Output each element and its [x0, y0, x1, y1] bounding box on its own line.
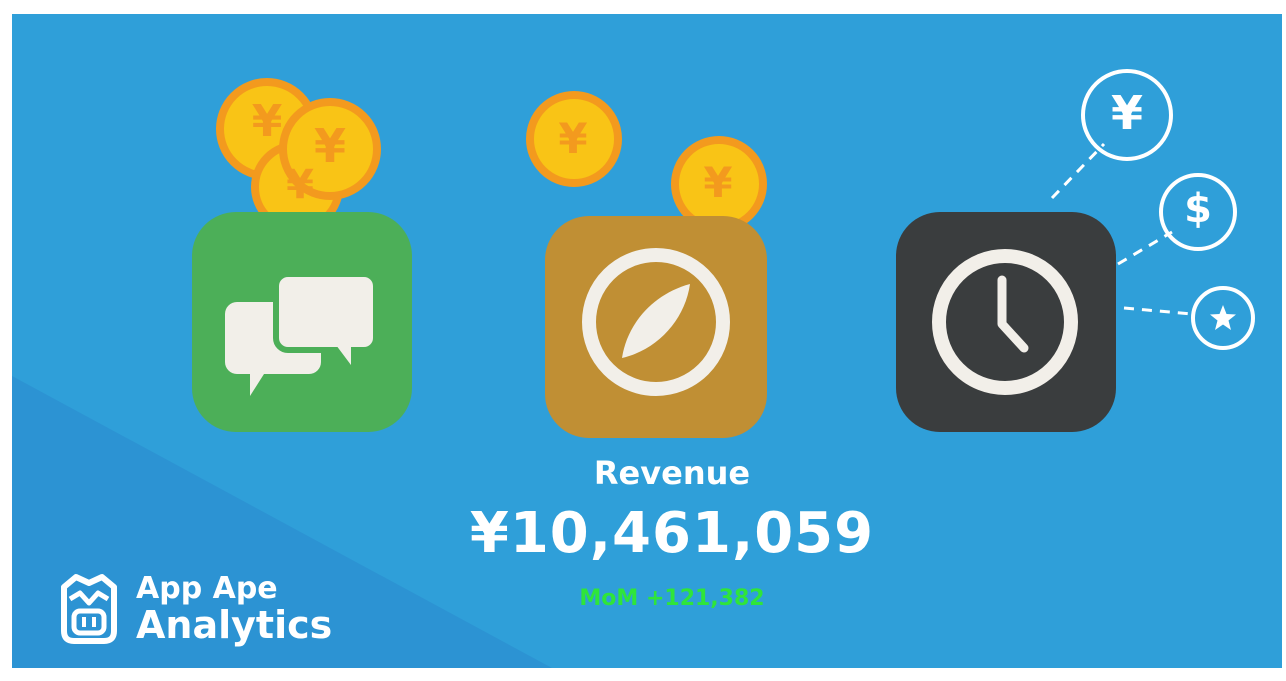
coin-symbol: ¥	[558, 114, 588, 163]
promo-banner: ¥ ¥ ¥ ¥ ¥ ¥ $ Revenue ¥10,461,059 MoM +1…	[12, 14, 1282, 668]
brand-logo: App Ape Analytics	[56, 569, 332, 649]
ape-face-icon	[61, 574, 117, 644]
brand-name-line2: Analytics	[136, 603, 333, 647]
star-icon	[1191, 286, 1255, 350]
coin-symbol: ¥	[703, 158, 733, 207]
coin-symbol: ¥	[313, 119, 346, 173]
mom-change: MoM +121,382	[579, 586, 765, 611]
chat-bubbles-icon	[192, 212, 412, 432]
revenue-value: ¥10,461,059	[469, 501, 875, 566]
compass-icon	[545, 216, 767, 438]
dollar-bubble-symbol: $	[1184, 186, 1212, 232]
yen-bubble-symbol: ¥	[1110, 86, 1143, 140]
brand-name-line1: App Ape	[136, 571, 278, 606]
coin-symbol: ¥	[251, 96, 283, 147]
revenue-label: Revenue	[593, 454, 751, 492]
